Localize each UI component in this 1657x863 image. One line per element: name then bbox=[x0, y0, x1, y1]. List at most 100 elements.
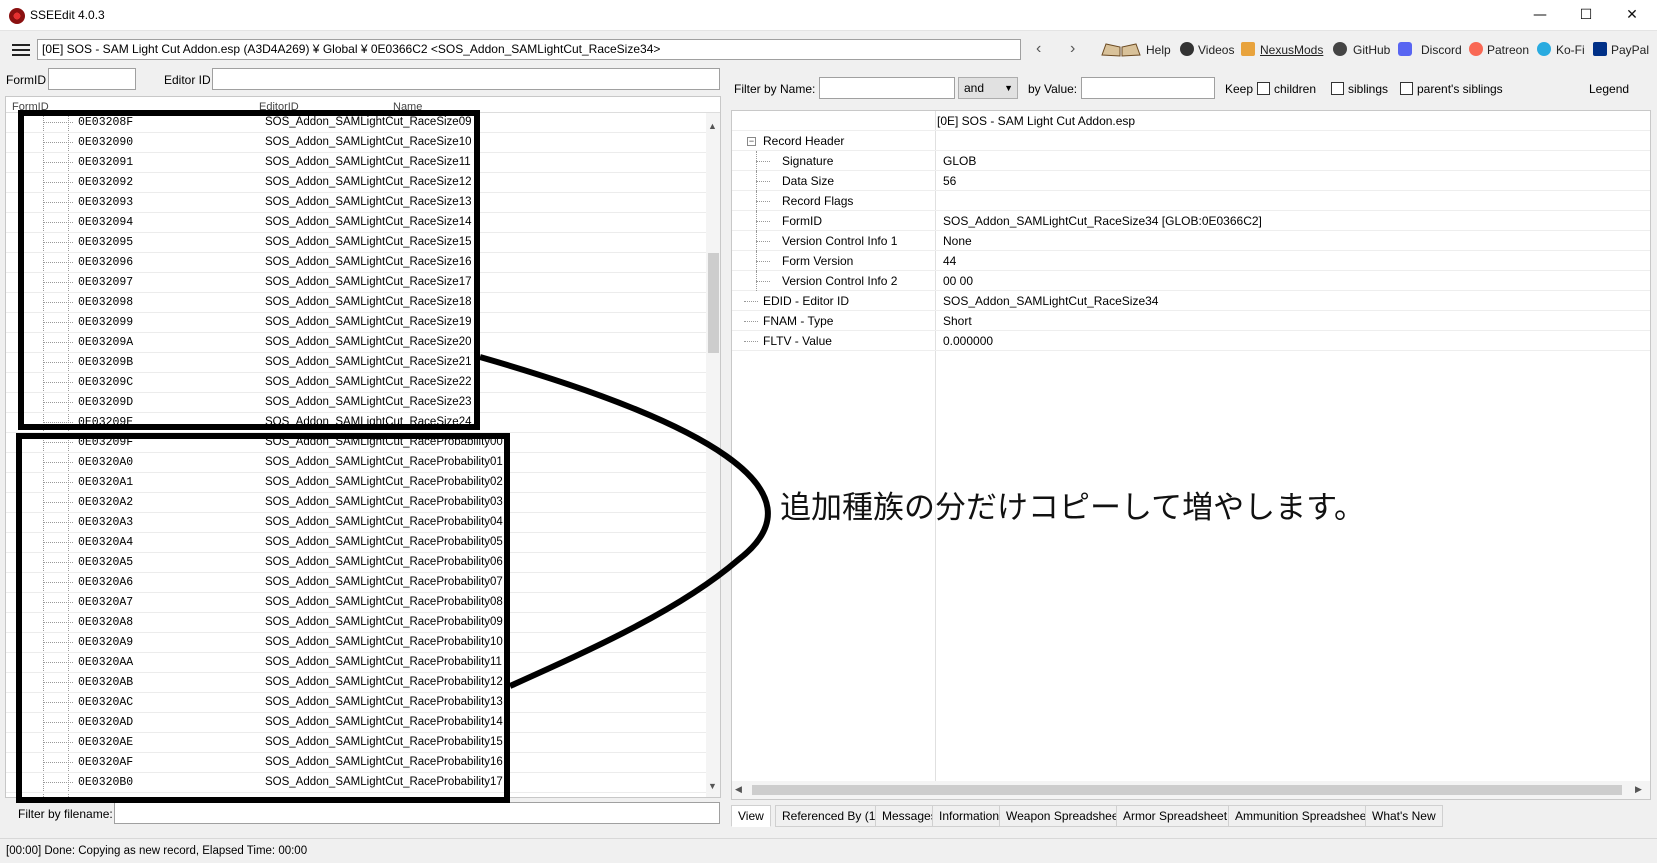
field-row[interactable]: Data Size 56 bbox=[732, 171, 1650, 191]
right-filter-row: Filter by Name: and ▼ by Value: Keep chi… bbox=[727, 68, 1653, 112]
book-icon[interactable] bbox=[1100, 41, 1142, 57]
top-field-row[interactable]: FLTV - Value 0.000000 bbox=[732, 331, 1650, 351]
collapse-icon[interactable]: − bbox=[747, 137, 756, 146]
status-bar: [00:00] Done: Copying as new record, Ela… bbox=[0, 838, 1657, 863]
children-checkbox[interactable] bbox=[1257, 82, 1270, 95]
tree-connector bbox=[744, 341, 758, 342]
formid-input[interactable] bbox=[48, 68, 136, 90]
field-value: 00 00 bbox=[943, 274, 974, 288]
parents-siblings-label: parent's siblings bbox=[1417, 82, 1503, 96]
patreon-icon bbox=[1469, 42, 1483, 56]
tree-connector bbox=[756, 281, 770, 282]
filter-name-label: Filter by Name: bbox=[734, 82, 816, 96]
record-header-label: Record Header bbox=[763, 134, 845, 148]
tab-7[interactable]: What's New bbox=[1365, 805, 1443, 827]
field-name: FormID bbox=[782, 214, 822, 228]
scroll-thumb[interactable] bbox=[708, 253, 719, 353]
top-field-row[interactable]: EDID - Editor ID SOS_Addon_SAMLightCut_Ra… bbox=[732, 291, 1650, 311]
tab-0[interactable]: View bbox=[731, 805, 771, 827]
paypal-icon bbox=[1593, 42, 1607, 56]
field-row[interactable]: Version Control Info 2 00 00 bbox=[732, 271, 1650, 291]
title-bar: SSEEdit 4.0.3 — ☐ ✕ bbox=[0, 0, 1657, 31]
field-name: FNAM - Type bbox=[763, 314, 834, 328]
chevron-down-icon: ▼ bbox=[1004, 83, 1013, 93]
scroll-left-icon[interactable]: ◀ bbox=[735, 784, 742, 795]
record-header-row[interactable]: − Record Header bbox=[732, 131, 1650, 151]
field-row[interactable]: Signature GLOB bbox=[732, 151, 1650, 171]
horizontal-scrollbar[interactable]: ◀ ▶ bbox=[732, 781, 1650, 799]
filter-filename-input[interactable] bbox=[114, 802, 720, 824]
annotation-box-racesize bbox=[18, 110, 480, 430]
bottom-tabs: View Referenced By (1) Messages Information… bbox=[731, 805, 1651, 827]
field-row[interactable]: FormID SOS_Addon_SAMLightCut_RaceSize34 [… bbox=[732, 211, 1650, 231]
tab-5[interactable]: Armor Spreadsheet bbox=[1116, 805, 1235, 827]
kofi-icon bbox=[1537, 42, 1551, 56]
field-name: FLTV - Value bbox=[763, 334, 832, 348]
and-select-value: and bbox=[964, 81, 985, 95]
field-value: 44 bbox=[943, 254, 957, 268]
field-row[interactable]: Form Version 44 bbox=[732, 251, 1650, 271]
patreon-link[interactable]: Patreon bbox=[1487, 43, 1529, 57]
field-value: SOS_Addon_SAMLightCut_RaceSize34 [GLOB:0… bbox=[943, 214, 1262, 228]
field-name: EDID - Editor ID bbox=[763, 294, 850, 308]
kofi-link[interactable]: Ko-Fi bbox=[1556, 43, 1585, 57]
by-value-label: by Value: bbox=[1028, 82, 1078, 96]
tree-connector bbox=[744, 301, 758, 302]
file-header-row[interactable]: [0E] SOS - SAM Light Cut Addon.esp bbox=[732, 111, 1650, 131]
legend-button[interactable]: Legend bbox=[1589, 82, 1629, 96]
filter-value-input[interactable] bbox=[1081, 77, 1215, 99]
record-fields-grid[interactable]: [0E] SOS - SAM Light Cut Addon.esp − Rec… bbox=[731, 110, 1651, 800]
siblings-checkbox[interactable] bbox=[1331, 82, 1344, 95]
back-button[interactable]: ‹ bbox=[1036, 40, 1041, 58]
hscroll-thumb[interactable] bbox=[752, 785, 1622, 795]
parents-siblings-checkbox[interactable] bbox=[1400, 82, 1413, 95]
window-title: SSEEdit 4.0.3 bbox=[30, 8, 105, 22]
field-value: Short bbox=[943, 314, 972, 328]
field-name: Data Size bbox=[782, 174, 835, 188]
tree-connector bbox=[756, 221, 770, 222]
formid-label: FormID bbox=[6, 73, 46, 87]
field-name: Record Flags bbox=[782, 194, 854, 208]
discord-icon bbox=[1398, 42, 1412, 56]
siblings-label: siblings bbox=[1348, 82, 1389, 96]
forward-button[interactable]: › bbox=[1070, 40, 1075, 58]
field-value: SOS_Addon_SAMLightCut_RaceSize34 bbox=[943, 294, 1159, 308]
close-button[interactable]: ✕ bbox=[1609, 0, 1655, 31]
github-link[interactable]: GitHub bbox=[1353, 43, 1390, 57]
field-value: 0.000000 bbox=[943, 334, 994, 348]
paypal-link[interactable]: PayPal bbox=[1611, 43, 1649, 57]
editorid-input[interactable] bbox=[212, 68, 720, 90]
field-row[interactable]: Record Flags bbox=[732, 191, 1650, 211]
scroll-up-icon[interactable]: ▲ bbox=[708, 121, 717, 131]
record-view-panel: Filter by Name: and ▼ by Value: Keep chi… bbox=[727, 68, 1653, 830]
scroll-down-icon[interactable]: ▼ bbox=[708, 781, 717, 791]
help-link[interactable]: Help bbox=[1146, 43, 1171, 57]
field-value: None bbox=[943, 234, 972, 248]
github-icon bbox=[1333, 42, 1347, 56]
field-value: GLOB bbox=[943, 154, 977, 168]
keep-label: Keep bbox=[1225, 82, 1254, 96]
record-path-field[interactable]: [0E] SOS - SAM Light Cut Addon.esp (A3D4… bbox=[37, 39, 1021, 60]
menu-icon[interactable] bbox=[12, 44, 30, 56]
filter-name-input[interactable] bbox=[819, 77, 955, 99]
videos-link[interactable]: Videos bbox=[1198, 43, 1234, 57]
field-row[interactable]: Version Control Info 1 None bbox=[732, 231, 1650, 251]
toolbar: [0E] SOS - SAM Light Cut Addon.esp (A3D4… bbox=[0, 32, 1657, 66]
editorid-label: Editor ID bbox=[164, 73, 211, 87]
minimize-button[interactable]: — bbox=[1517, 0, 1563, 31]
tab-1[interactable]: Referenced By (1) bbox=[775, 805, 887, 827]
and-select[interactable]: and ▼ bbox=[958, 77, 1018, 99]
vertical-scrollbar[interactable]: ▲ ▼ bbox=[706, 113, 720, 797]
top-field-row[interactable]: FNAM - Type Short bbox=[732, 311, 1650, 331]
filter-filename-label: Filter by filename: bbox=[18, 807, 113, 821]
tree-connector bbox=[756, 261, 770, 262]
tab-3[interactable]: Information bbox=[932, 805, 1007, 827]
maximize-button[interactable]: ☐ bbox=[1563, 0, 1609, 31]
tab-4[interactable]: Weapon Spreadsheet bbox=[999, 805, 1129, 827]
discord-link[interactable]: Discord bbox=[1421, 43, 1462, 57]
annotation-box-raceprobability bbox=[16, 433, 510, 803]
field-name: Version Control Info 1 bbox=[782, 234, 898, 248]
nexusmods-link[interactable]: NexusMods bbox=[1260, 43, 1323, 57]
scroll-right-icon[interactable]: ▶ bbox=[1635, 784, 1642, 795]
tab-6[interactable]: Ammunition Spreadsheet bbox=[1228, 805, 1377, 827]
